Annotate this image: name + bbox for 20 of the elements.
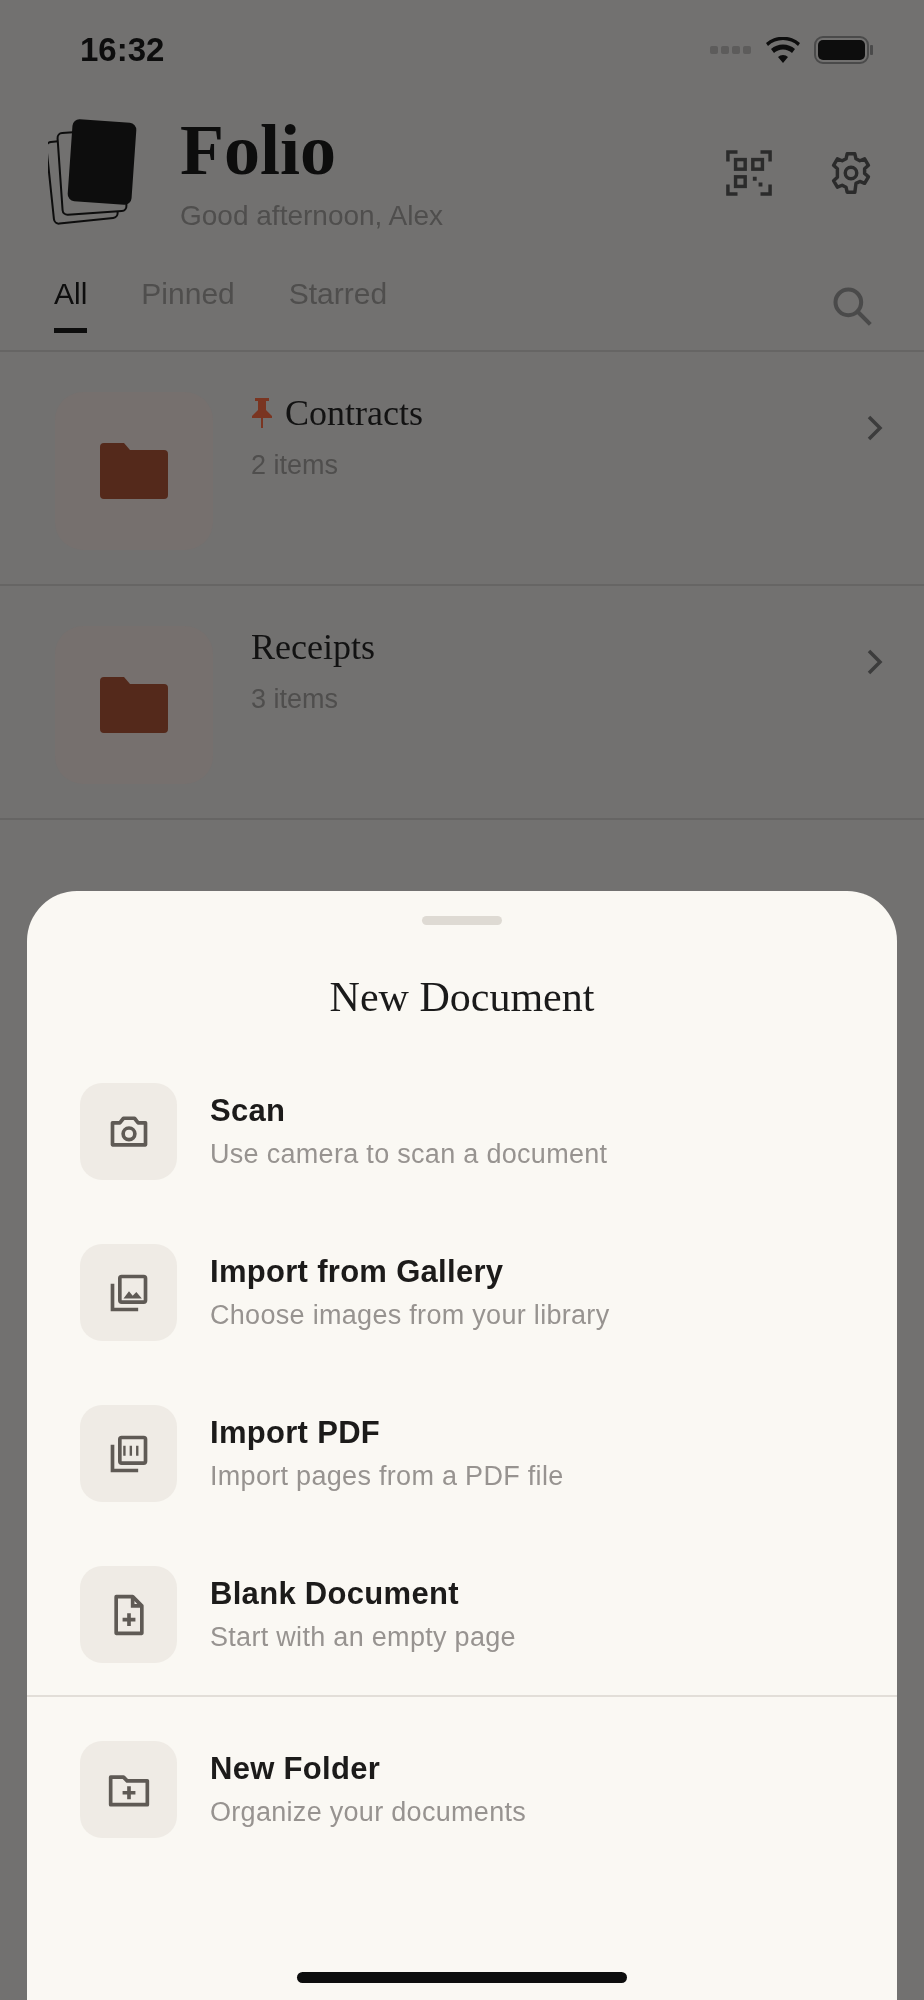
menu-option[interactable]: Scan Use camera to scan a document bbox=[80, 1083, 844, 1180]
search-button[interactable] bbox=[830, 284, 874, 328]
sheet-handle[interactable] bbox=[422, 916, 502, 925]
chevron-icon bbox=[866, 414, 884, 442]
folder-icon bbox=[100, 677, 168, 733]
menu-option[interactable]: Import from Gallery Choose images from your library bbox=[80, 1244, 844, 1341]
menu-option[interactable]: New Folder Organize your documents bbox=[80, 1741, 844, 1838]
menu-option[interactable]: Blank Document Start with an empty page bbox=[80, 1566, 844, 1663]
wifi-icon bbox=[766, 37, 800, 63]
folder-icon bbox=[100, 443, 168, 499]
sheet-title: New Document bbox=[329, 973, 595, 1021]
filter-tab[interactable]: All bbox=[54, 276, 88, 333]
qr-scan-button[interactable] bbox=[726, 150, 772, 196]
app-title: Folio bbox=[180, 114, 337, 186]
folder-name: Receipts bbox=[251, 626, 375, 668]
folder-name: Contracts bbox=[285, 392, 423, 434]
battery-icon bbox=[814, 36, 874, 64]
menu-option[interactable]: Import PDF Import pages from a PDF file bbox=[80, 1405, 844, 1502]
status-time: 16:32 bbox=[80, 31, 165, 69]
chevron-icon bbox=[866, 648, 884, 676]
